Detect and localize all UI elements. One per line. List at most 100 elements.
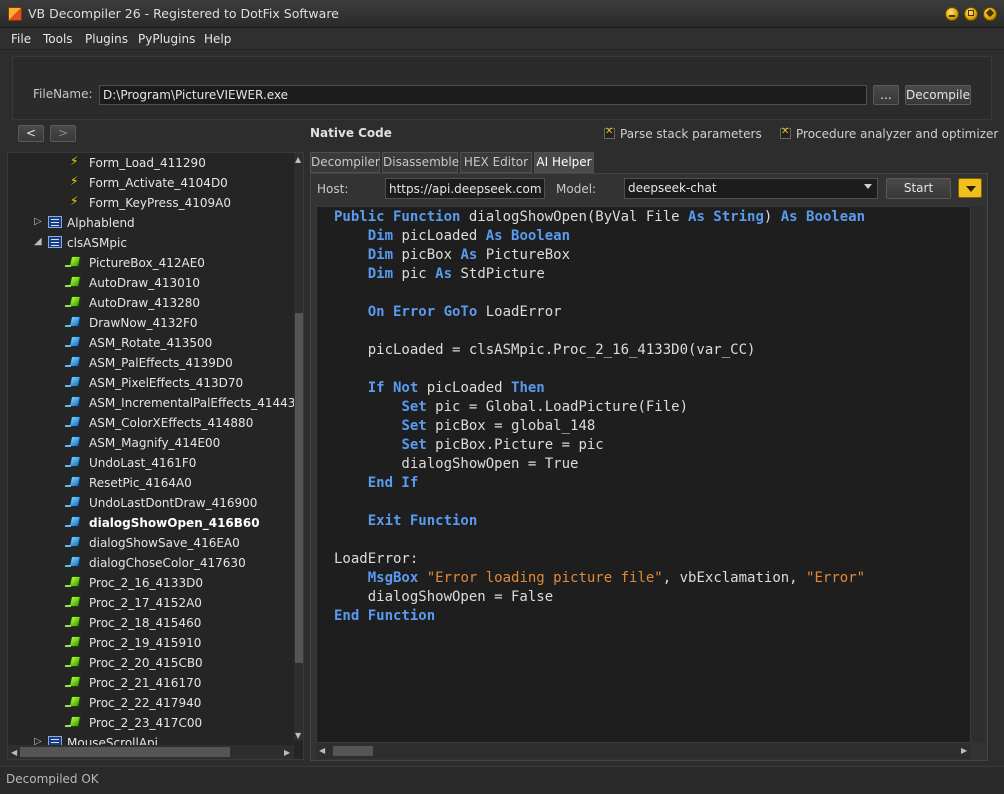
- tab-ai-helper[interactable]: AI Helper: [534, 152, 594, 173]
- procedure-icon: [68, 316, 82, 327]
- tree-item[interactable]: dialogChoseColor_417630: [8, 553, 294, 573]
- tree-item[interactable]: Form_KeyPress_4109A0: [8, 193, 294, 213]
- close-icon[interactable]: [983, 7, 997, 21]
- tree-item[interactable]: ASM_IncrementalPalEffects_414430: [8, 393, 303, 413]
- tab-decompiler[interactable]: Decompiler: [310, 152, 380, 173]
- tree-item[interactable]: dialogShowOpen_416B60: [8, 513, 294, 533]
- procedure-icon: [68, 556, 82, 567]
- tree-item[interactable]: Proc_2_23_417C00: [8, 713, 294, 733]
- menu-tools[interactable]: Tools: [43, 32, 73, 46]
- model-selected-value: deepseek-chat: [628, 181, 717, 195]
- code-text: dialogShowOpen = False: [334, 589, 554, 605]
- tree-item[interactable]: Form_Load_411290: [8, 153, 294, 173]
- tree-item[interactable]: DrawNow_4132F0: [8, 313, 294, 333]
- tree-item-label: UndoLastDontDraw_416900: [89, 496, 258, 510]
- browse-button[interactable]: ...: [873, 85, 899, 105]
- tree-item[interactable]: ◢ clsASMpic: [8, 233, 294, 253]
- code-text: picBox.Picture = pic: [426, 437, 604, 453]
- tree-item[interactable]: ASM_ColorXEffects_414880: [8, 413, 294, 433]
- filename-input[interactable]: [99, 85, 867, 105]
- title-bar: VB Decompiler 26 - Registered to DotFix …: [0, 0, 1004, 28]
- tree-item[interactable]: Proc_2_19_415910: [8, 633, 294, 653]
- tree-item-label: DrawNow_4132F0: [89, 316, 198, 330]
- code-horizontal-scrollbar[interactable]: ◀ ▶: [316, 743, 971, 759]
- code-keyword: As String: [688, 209, 764, 225]
- host-input[interactable]: [385, 178, 545, 199]
- tree-scroll-left-icon[interactable]: ◀: [11, 748, 17, 757]
- tree-item[interactable]: Proc_2_22_417940: [8, 693, 294, 713]
- tree-item-label: dialogShowOpen_416B60: [89, 516, 260, 530]
- code-line: Set picBox.Picture = pic: [334, 437, 604, 456]
- menu-plugins[interactable]: Plugins: [85, 32, 128, 46]
- collapse-icon[interactable]: ◢: [34, 237, 44, 247]
- minimize-icon[interactable]: [945, 7, 959, 21]
- event-icon: [70, 194, 83, 209]
- nav-back-button[interactable]: <: [18, 125, 44, 142]
- maximize-icon[interactable]: [964, 7, 978, 21]
- tree-item-label: dialogShowSave_416EA0: [89, 536, 240, 550]
- window-title: VB Decompiler 26 - Registered to DotFix …: [28, 6, 339, 21]
- code-scroll-left-icon[interactable]: ◀: [319, 746, 325, 755]
- tree-item-label: ASM_IncrementalPalEffects_414430: [89, 396, 304, 410]
- tree-scroll-down-icon[interactable]: ▼: [295, 731, 301, 740]
- procedure-icon: [68, 396, 82, 407]
- model-select[interactable]: deepseek-chat: [624, 178, 878, 199]
- menu-file[interactable]: File: [11, 32, 31, 46]
- file-panel: FileName: ... Decompile: [12, 56, 992, 120]
- parse-stack-label: Parse stack parameters: [620, 127, 762, 141]
- code-scroll-right-icon[interactable]: ▶: [961, 746, 967, 755]
- tab-disassembler[interactable]: Disassembler: [382, 152, 464, 173]
- tree-item[interactable]: Form_Activate_4104D0: [8, 173, 294, 193]
- tree-item[interactable]: ▷ Alphablend: [8, 213, 294, 233]
- code-view[interactable]: Public Function dialogShowOpen(ByVal Fil…: [316, 206, 971, 743]
- tree-vertical-scroll-thumb[interactable]: [295, 313, 303, 663]
- tree-item[interactable]: ASM_PixelEffects_413D70: [8, 373, 294, 393]
- tab-hex-editor[interactable]: HEX Editor: [460, 152, 532, 173]
- tree-item[interactable]: dialogShowSave_416EA0: [8, 533, 294, 553]
- code-keyword: As Boolean: [485, 228, 571, 244]
- code-line: If Not picLoaded Then: [334, 380, 545, 399]
- project-tree[interactable]: Form_Load_411290 Form_Activate_4104D0 Form…: [7, 152, 304, 760]
- status-text: Decompiled OK: [6, 772, 99, 786]
- tree-item[interactable]: Proc_2_21_416170: [8, 673, 294, 693]
- chevron-down-icon[interactable]: [864, 184, 872, 189]
- tree-item[interactable]: AutoDraw_413280: [8, 293, 294, 313]
- options-dropdown-icon[interactable]: [958, 178, 982, 198]
- tree-item-label: dialogChoseColor_417630: [89, 556, 246, 570]
- tree-item[interactable]: ASM_Magnify_414E00: [8, 433, 294, 453]
- procedure-analyzer-checkbox[interactable]: [780, 126, 791, 139]
- code-text: dialogShowOpen(ByVal File: [460, 209, 689, 225]
- tree-scroll-up-icon[interactable]: ▲: [295, 155, 301, 164]
- parse-stack-checkbox[interactable]: [604, 126, 615, 139]
- start-button[interactable]: Start: [886, 178, 951, 199]
- tree-horizontal-scroll-thumb[interactable]: [20, 747, 230, 757]
- menu-help[interactable]: Help: [204, 32, 231, 46]
- procedure-icon: [68, 256, 82, 267]
- code-vertical-scrollbar[interactable]: [971, 206, 985, 743]
- code-horizontal-scroll-thumb[interactable]: [333, 746, 373, 756]
- tree-scroll-right-icon[interactable]: ▶: [284, 748, 290, 757]
- code-keyword: Exit Function: [367, 513, 478, 529]
- menu-pyplugins[interactable]: PyPlugins: [138, 32, 195, 46]
- tree-item[interactable]: UndoLast_4161F0: [8, 453, 294, 473]
- tree-item[interactable]: AutoDraw_413010: [8, 273, 294, 293]
- tree-item-label: Proc_2_21_416170: [89, 676, 202, 690]
- tree-item[interactable]: Proc_2_16_4133D0: [8, 573, 294, 593]
- tree-item[interactable]: ASM_Rotate_413500: [8, 333, 294, 353]
- decompile-button[interactable]: Decompile: [905, 85, 971, 105]
- tree-item[interactable]: PictureBox_412AE0: [8, 253, 294, 273]
- tree-item[interactable]: UndoLastDontDraw_416900: [8, 493, 294, 513]
- tree-item[interactable]: ASM_PalEffects_4139D0: [8, 353, 294, 373]
- tree-item[interactable]: Proc_2_20_415CB0: [8, 653, 294, 673]
- tree-item[interactable]: Proc_2_17_4152A0: [8, 593, 294, 613]
- code-line: dialogShowOpen = True: [334, 456, 578, 475]
- procedure-analyzer-label: Procedure analyzer and optimizer: [796, 127, 999, 141]
- expand-icon[interactable]: ▷: [34, 217, 44, 227]
- tree-item[interactable]: Proc_2_18_415460: [8, 613, 294, 633]
- tree-item[interactable]: ResetPic_4164A0: [8, 473, 294, 493]
- nav-forward-button[interactable]: >: [50, 125, 76, 142]
